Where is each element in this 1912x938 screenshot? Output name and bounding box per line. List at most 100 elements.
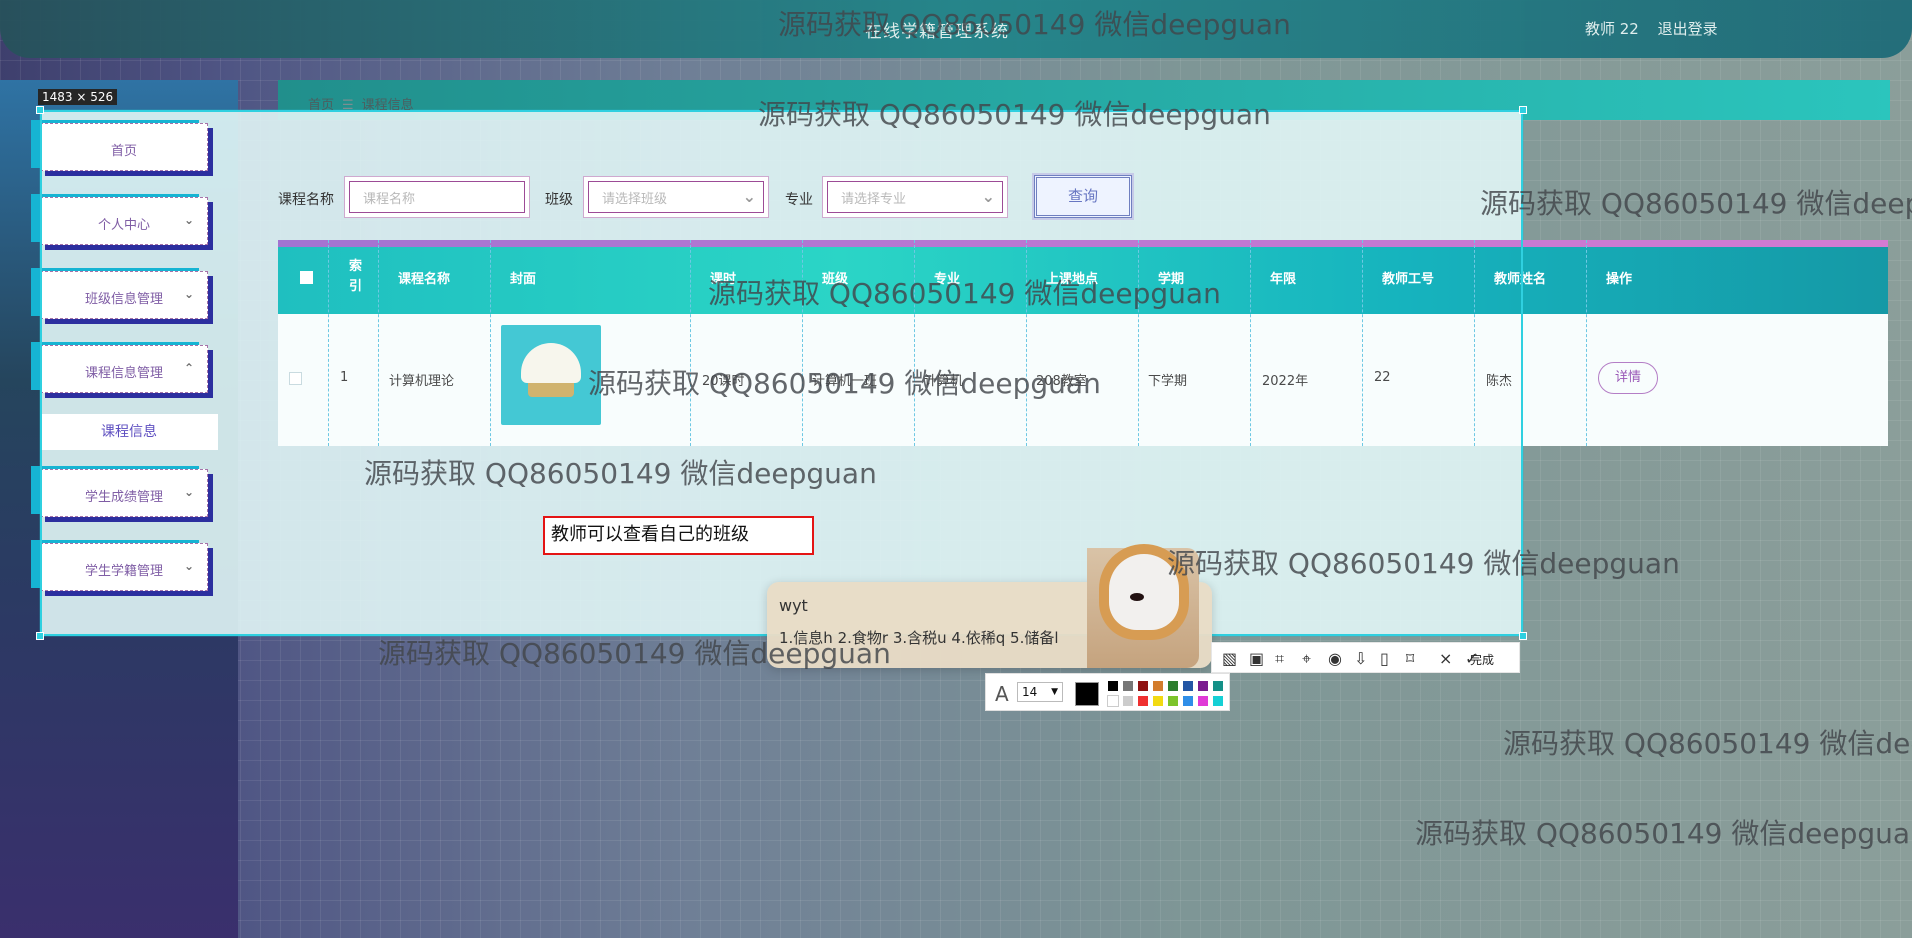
header-term: 学期 xyxy=(1158,272,1185,287)
class-select[interactable]: 请选择班级 ⌄ xyxy=(583,176,769,218)
cell-year: 2022年 xyxy=(1262,374,1309,389)
shiba-inu-skin-image xyxy=(1087,548,1199,668)
ocr-icon[interactable]: ▣ xyxy=(1249,649,1264,668)
record-icon[interactable]: ◉ xyxy=(1328,649,1342,668)
header-class: 班级 xyxy=(822,272,849,287)
done-button[interactable]: 完成 xyxy=(1470,651,1494,668)
selection-handle-top-left[interactable] xyxy=(36,106,44,114)
cell-location: 208教室 xyxy=(1036,374,1087,389)
chevron-down-icon: ⌄ xyxy=(742,187,756,206)
select-all-checkbox[interactable] xyxy=(300,271,313,284)
screenshot-text-annotation[interactable]: 教师可以查看自己的班级 xyxy=(543,516,814,555)
download-icon[interactable]: ⇩ xyxy=(1354,649,1367,668)
column-divider xyxy=(1026,240,1027,446)
query-button[interactable]: 查询 xyxy=(1034,175,1132,218)
header-year: 年限 xyxy=(1270,272,1297,287)
selection-handle-bottom-left[interactable] xyxy=(36,632,44,640)
cell-hours: 20课时 xyxy=(702,374,745,389)
color-swatch[interactable] xyxy=(1182,695,1194,707)
column-divider xyxy=(802,240,803,446)
color-swatch[interactable] xyxy=(1212,695,1224,707)
row-checkbox[interactable] xyxy=(289,372,302,385)
cell-teacher-id: 22 xyxy=(1374,370,1391,385)
sidebar-item-label: 学生学籍管理 xyxy=(84,564,163,579)
user-name: 教师 22 xyxy=(1585,20,1639,38)
major-label: 专业 xyxy=(785,192,813,208)
crop-icon[interactable]: ⌗ xyxy=(1275,649,1284,669)
breadcrumb-home[interactable]: 首页 xyxy=(308,98,334,113)
book-icon xyxy=(528,379,574,397)
color-swatch[interactable] xyxy=(1212,680,1224,692)
text-icon[interactable]: A xyxy=(995,682,1009,706)
color-swatch[interactable] xyxy=(1152,680,1164,692)
course-name-label: 课程名称 xyxy=(278,192,334,208)
sidebar-item-label: 班级信息管理 xyxy=(84,292,163,307)
color-swatch[interactable] xyxy=(1167,680,1179,692)
color-swatch[interactable] xyxy=(1107,680,1119,692)
selected-color[interactable] xyxy=(1075,682,1099,706)
close-icon[interactable]: × xyxy=(1439,649,1452,668)
course-name-input[interactable]: 课程名称 xyxy=(344,176,530,218)
sidebar-item-label: 学生成绩管理 xyxy=(84,490,163,505)
sidebar-item-course-management[interactable]: 课程信息管理 ⌃ xyxy=(40,345,208,393)
cell-course-name: 计算机理论 xyxy=(389,374,455,389)
header-teacher-name: 教师姓名 xyxy=(1494,272,1547,287)
mosaic-icon[interactable]: ▧ xyxy=(1222,649,1237,668)
header-hours: 课时 xyxy=(710,272,737,287)
color-swatch[interactable] xyxy=(1122,680,1134,692)
logout-link[interactable]: 退出登录 xyxy=(1658,20,1718,38)
header-action: 操作 xyxy=(1606,272,1633,287)
class-placeholder: 请选择班级 xyxy=(602,192,668,207)
column-divider xyxy=(490,240,491,446)
major-select[interactable]: 请选择专业 ⌄ xyxy=(822,176,1008,218)
chevron-up-icon: ⌃ xyxy=(183,361,194,375)
column-divider xyxy=(1474,240,1475,446)
color-swatch[interactable] xyxy=(1137,680,1149,692)
color-swatch[interactable] xyxy=(1167,695,1179,707)
column-divider xyxy=(328,240,329,446)
font-size-select[interactable]: 14 xyxy=(1017,682,1063,702)
breadcrumb-current: 课程信息 xyxy=(361,98,414,113)
color-swatch[interactable] xyxy=(1182,680,1194,692)
header-teacher-id: 教师工号 xyxy=(1382,272,1435,287)
column-divider xyxy=(1362,240,1363,446)
watermark: 源码获取 QQ86050149 微信deepguan xyxy=(1480,187,1912,220)
bookmark-icon[interactable]: ⌑ xyxy=(1406,649,1414,668)
sidebar-item-score-management[interactable]: 学生成绩管理 ⌄ xyxy=(40,469,208,517)
top-bar: 在线学籍管理系统 教师 22 退出登录 xyxy=(0,0,1912,58)
header-cover: 封面 xyxy=(510,272,537,287)
sidebar-item-label: 个人中心 xyxy=(97,218,150,233)
user-area: 教师 22 退出登录 xyxy=(1585,18,1732,39)
chevron-down-icon: ⌄ xyxy=(183,559,194,573)
ime-candidate-window[interactable]: wyt 1.信息h 2.食物r 3.含税u 4.依稀q 5.储备l xyxy=(767,548,1212,668)
sidebar-item-personal-center[interactable]: 个人中心 ⌄ xyxy=(40,197,208,245)
color-swatch[interactable] xyxy=(1122,695,1134,707)
major-placeholder: 请选择专业 xyxy=(841,192,907,207)
phone-icon[interactable]: ▯ xyxy=(1380,649,1389,668)
text-style-toolbar: A 14 xyxy=(985,673,1230,711)
sidebar-subitem-course-info[interactable]: 课程信息 xyxy=(40,414,218,450)
sidebar-item-home[interactable]: 首页 xyxy=(40,123,208,171)
column-divider xyxy=(1586,240,1587,446)
color-swatch[interactable] xyxy=(1197,695,1209,707)
pin-icon[interactable]: ⌖ xyxy=(1302,649,1311,669)
cell-teacher-name: 陈杰 xyxy=(1486,374,1513,389)
sidebar-item-status-management[interactable]: 学生学籍管理 ⌄ xyxy=(40,543,208,591)
header-major: 专业 xyxy=(934,272,961,287)
color-swatch[interactable] xyxy=(1197,680,1209,692)
color-swatch[interactable] xyxy=(1137,695,1149,707)
header-location: 上课地点 xyxy=(1046,272,1099,287)
color-swatch[interactable] xyxy=(1152,695,1164,707)
chevron-down-icon: ⌄ xyxy=(183,485,194,499)
detail-button[interactable]: 详情 xyxy=(1598,362,1658,394)
ime-candidates[interactable]: 1.信息h 2.食物r 3.含税u 4.依稀q 5.储备l xyxy=(779,627,1059,648)
class-label: 班级 xyxy=(545,192,573,208)
selection-handle-top-right[interactable] xyxy=(1519,106,1527,114)
color-swatch[interactable] xyxy=(1107,695,1119,707)
breadcrumb-separator: ☰ xyxy=(342,98,354,113)
header-index: 索引 xyxy=(349,259,363,294)
cell-major: 计算机 xyxy=(924,374,964,389)
sidebar-item-class-management[interactable]: 班级信息管理 ⌄ xyxy=(40,271,208,319)
selection-handle-bottom-right[interactable] xyxy=(1519,632,1527,640)
application-window: 在线学籍管理系统 教师 22 退出登录 首页 ☰ 课程信息 1483 × 526 首… xyxy=(0,0,1912,938)
